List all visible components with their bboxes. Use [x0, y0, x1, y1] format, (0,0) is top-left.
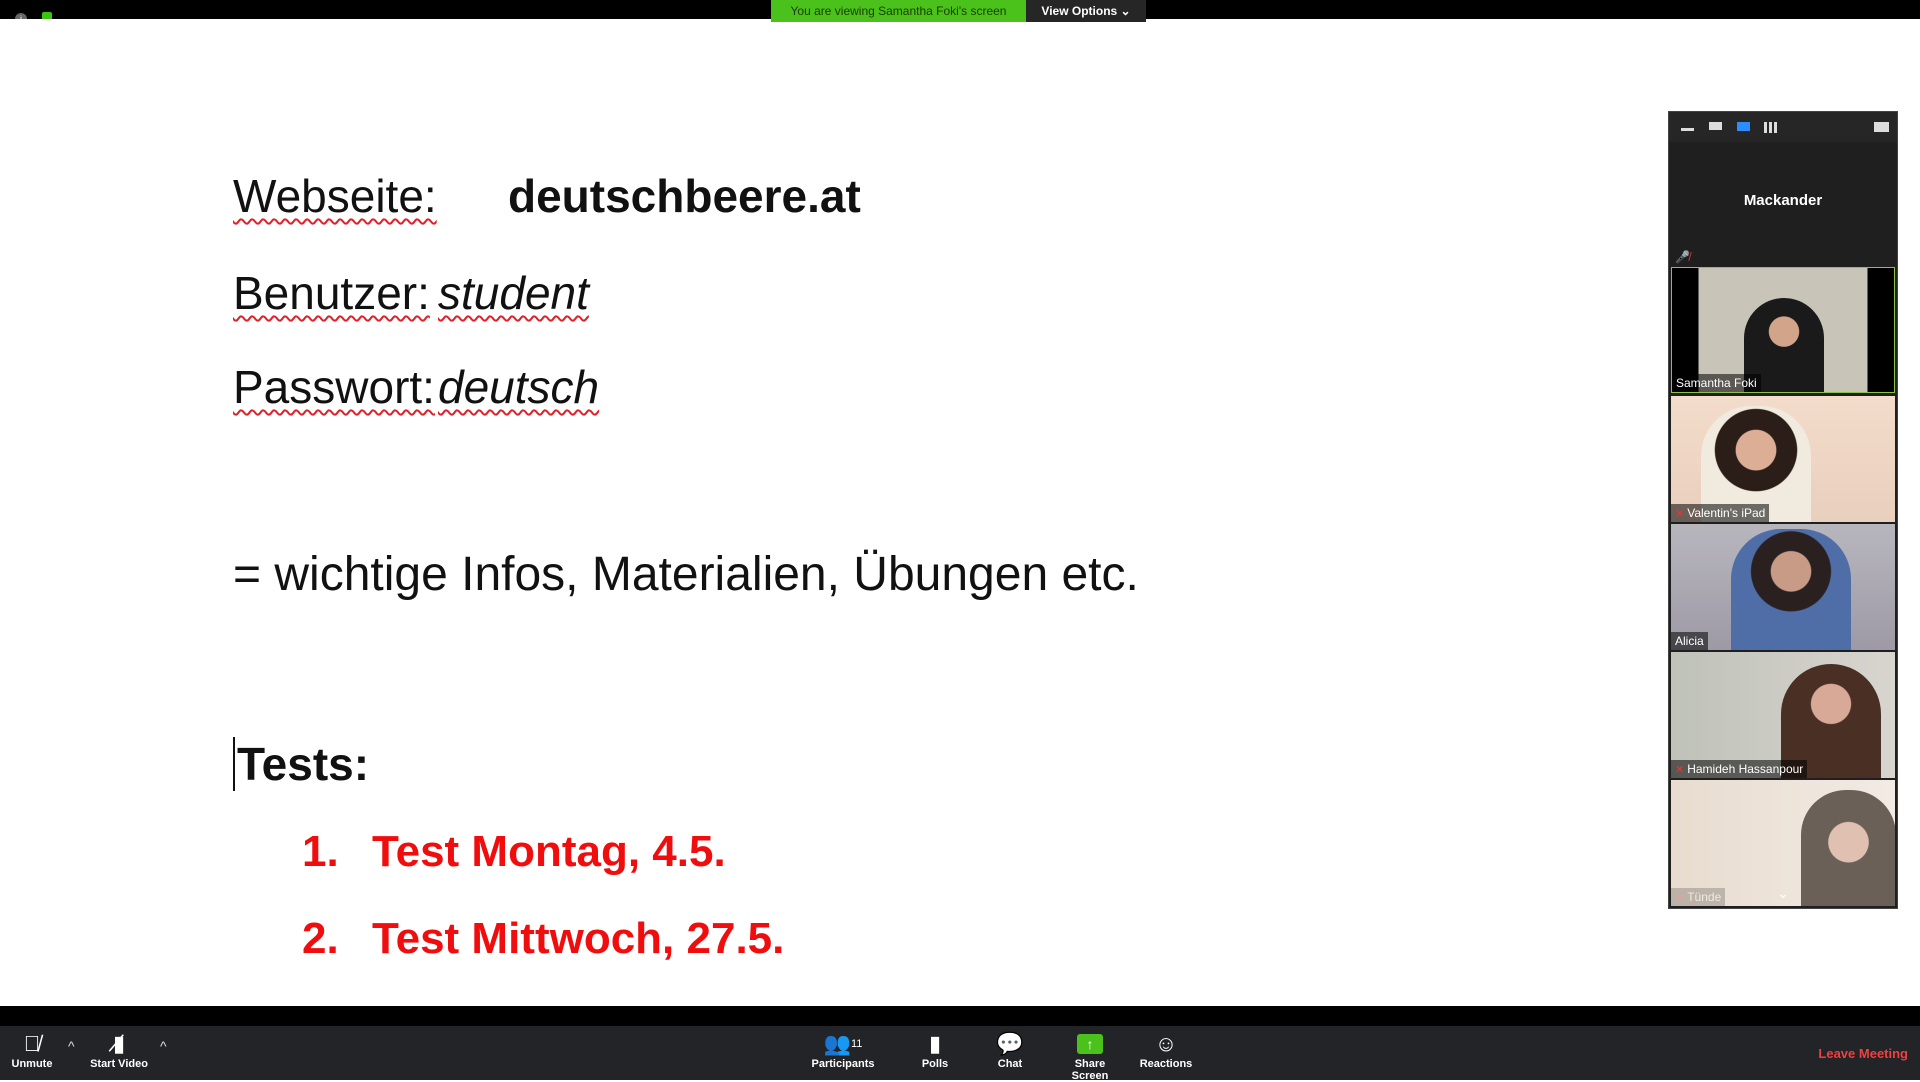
audio-options-caret-icon[interactable]: ^: [68, 1038, 75, 1054]
gallery-view-icon[interactable]: [1764, 122, 1777, 133]
participant-tile[interactable]: Alicia: [1671, 524, 1895, 650]
leave-meeting-button[interactable]: Leave Meeting: [1818, 1046, 1908, 1061]
participant-name: Hamideh Hassanpour: [1687, 762, 1804, 776]
exit-panel-icon[interactable]: [1874, 122, 1889, 132]
self-muted-icon: 🎤̸: [1675, 250, 1690, 264]
self-name: Mackander: [1743, 192, 1823, 209]
muted-mic-icon: 🎙̸: [23, 1031, 41, 1056]
active-speaker-icon[interactable]: [1709, 122, 1722, 130]
user-label: Benutzer:: [233, 267, 430, 319]
minimize-icon[interactable]: [1681, 128, 1694, 131]
chat-icon: 💬: [996, 1031, 1024, 1056]
user-value: student: [438, 267, 589, 319]
participants-icon: 👥: [823, 1031, 851, 1056]
meeting-toolbar: 🎙̸ Unmute ^ ▮̸ Start Video ^ 👥 11 Partici…: [0, 1026, 1920, 1082]
test-2-number: 2.: [302, 914, 339, 963]
share-screen-button[interactable]: ↑ Share Screen: [1055, 1030, 1125, 1082]
reactions-button[interactable]: ☺ Reactions: [1138, 1030, 1194, 1070]
participant-tile[interactable]: Samantha Foki: [1671, 267, 1895, 393]
reactions-icon: ☺: [1154, 1031, 1178, 1056]
password-value: deutsch: [438, 361, 600, 413]
participants-count: 11: [850, 1038, 863, 1050]
test-2-text: Test Mittwoch, 27.5.: [372, 914, 785, 963]
participant-name: Valentin's iPad: [1687, 506, 1766, 520]
view-options-button[interactable]: View Options ⌄: [1026, 0, 1146, 22]
polls-button[interactable]: ▮ Polls: [920, 1030, 950, 1070]
participant-tile[interactable]: ✕ Valentin's iPad: [1671, 396, 1895, 522]
video-panel: Mackander 🎤̸ Samantha Foki ✕ Valentin's i…: [1668, 111, 1898, 909]
website-value: deutschbeere.at: [508, 170, 861, 222]
screen-bottom-band: [0, 1006, 1920, 1026]
scroll-down-chevron-icon[interactable]: ⌄: [1671, 885, 1895, 902]
password-label: Passwort:: [233, 361, 435, 413]
tests-heading: Tests:: [233, 737, 369, 791]
unmute-button[interactable]: 🎙̸ Unmute: [6, 1030, 58, 1070]
muted-icon: ✕: [1675, 764, 1685, 776]
viewing-banner: You are viewing Samantha Foki's screen: [771, 0, 1026, 22]
website-label: Webseite:: [233, 170, 437, 222]
shared-screen: Webseite: deutschbeere.at Benutzer: stud…: [0, 19, 1920, 1006]
video-options-caret-icon[interactable]: ^: [160, 1038, 167, 1054]
muted-icon: ✕: [1675, 508, 1685, 520]
participants-button[interactable]: 👥 11 Participants: [810, 1030, 876, 1070]
polls-icon: ▮: [928, 1031, 942, 1056]
test-1-number: 1.: [302, 827, 339, 876]
participant-tile[interactable]: ✕ Tünde ⌄: [1671, 780, 1895, 906]
info-line: = wichtige Infos, Materialien, Übungen e…: [233, 548, 1139, 601]
video-off-icon: ▮̸: [112, 1031, 126, 1056]
start-video-button[interactable]: ▮̸ Start Video: [88, 1030, 150, 1070]
participant-name: Alicia: [1675, 634, 1704, 648]
strip-view-icon[interactable]: [1737, 122, 1750, 131]
test-1-text: Test Montag, 4.5.: [372, 827, 726, 876]
panel-header: [1669, 112, 1897, 142]
participant-tile[interactable]: ✕ Hamideh Hassanpour: [1671, 652, 1895, 778]
participant-name: Samantha Foki: [1676, 376, 1757, 390]
chat-button[interactable]: 💬 Chat: [995, 1030, 1025, 1070]
share-screen-icon: ↑: [1077, 1034, 1103, 1054]
